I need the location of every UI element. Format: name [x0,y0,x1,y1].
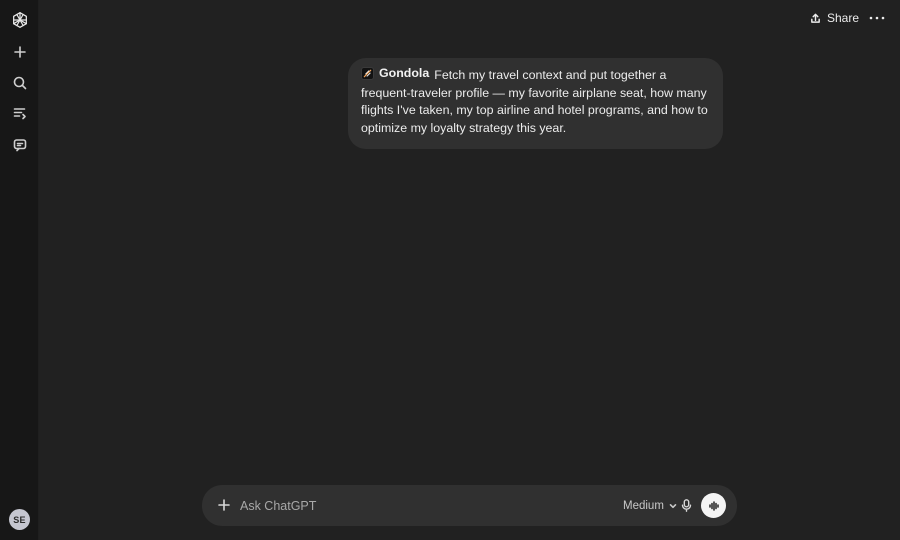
share-label: Share [827,11,860,25]
search-icon [13,76,26,89]
chat-bubble-icon [13,138,26,151]
search-chats-button[interactable] [5,68,34,97]
more-horizontal-icon [869,16,885,20]
share-icon [811,13,820,23]
app-chip[interactable]: Gondola [361,65,429,83]
more-options-button[interactable] [866,8,888,28]
plus-icon [218,499,230,511]
dictate-button[interactable] [678,496,694,514]
new-chat-button[interactable] [5,37,34,66]
sidebar-rail: SE [0,0,39,540]
user-avatar[interactable]: SE [9,509,30,530]
user-message-bubble: Gondola Fetch my travel context and put … [348,58,723,149]
composer: Medium [202,485,737,526]
chats-button[interactable] [5,130,34,159]
prompt-input[interactable] [240,497,600,515]
library-icon [13,107,26,119]
model-label: Medium [623,499,664,512]
add-attachment-button[interactable] [214,495,234,515]
voice-mode-icon [708,500,719,511]
voice-mode-button[interactable] [701,493,726,518]
app-chip-label: Gondola [379,66,430,80]
microphone-icon [681,498,691,512]
share-button[interactable]: Share [810,8,859,28]
gondola-app-icon [361,67,374,81]
chevron-down-icon [669,503,677,508]
openai-logo-icon[interactable] [5,5,34,34]
chat-app: SE Share Gondola Fetch my travel context… [0,0,900,540]
plus-icon [13,45,26,58]
library-button[interactable] [5,98,34,127]
model-selector[interactable]: Medium [623,497,677,514]
